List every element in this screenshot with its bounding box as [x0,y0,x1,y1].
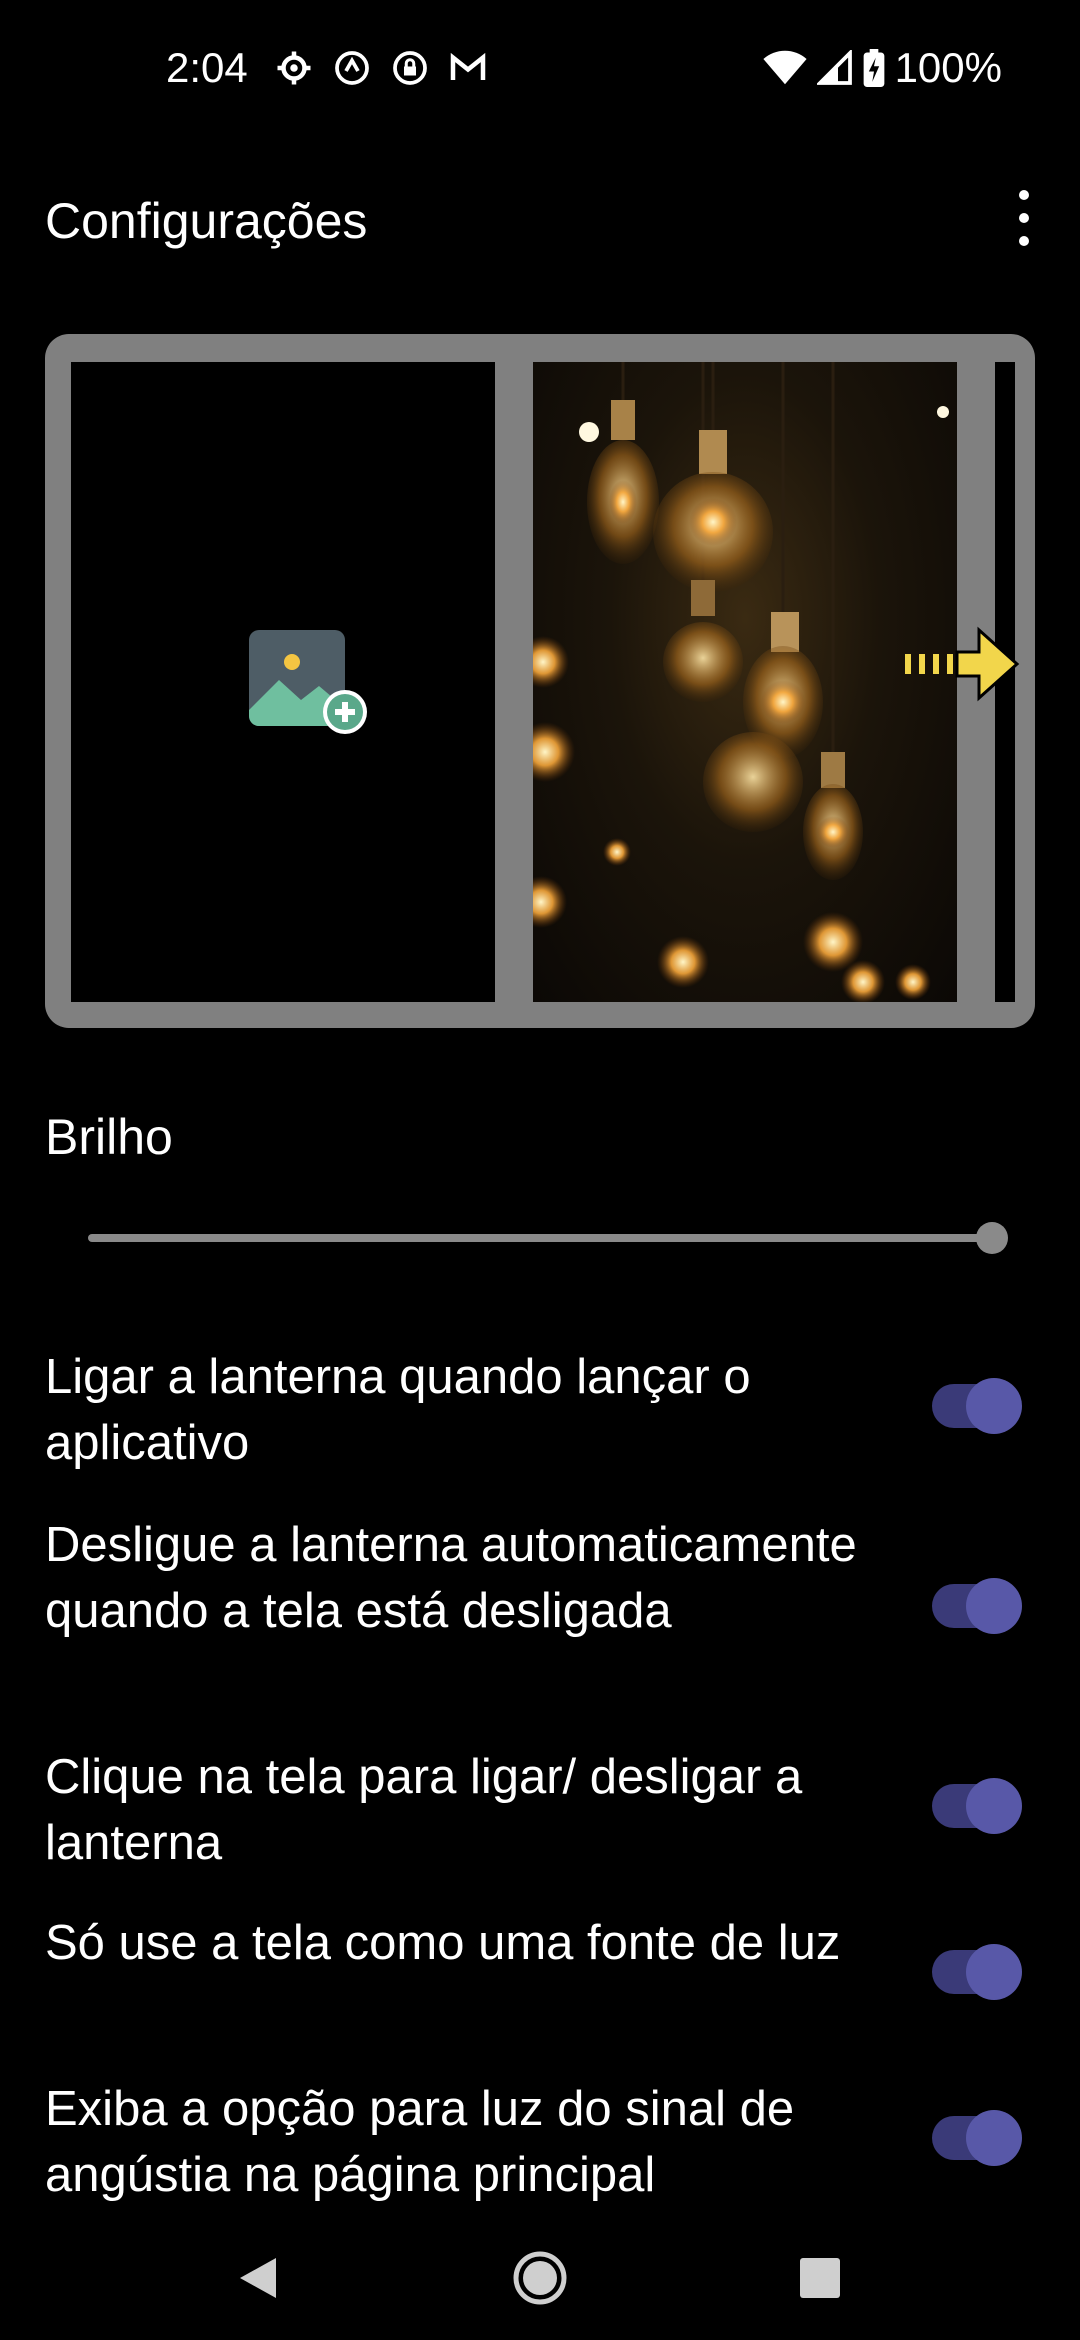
signal-icon [816,50,852,85]
home-circle-icon[interactable] [510,2248,570,2308]
add-image-tile[interactable] [71,362,495,1002]
brightness-slider[interactable] [88,1222,1008,1254]
setting-distress-signal[interactable]: Exiba a opção para luz do sinal de angús… [45,2076,1035,2208]
system-nav-bar [0,2220,1080,2340]
toggle-switch[interactable] [932,1944,1022,2000]
setting-screen-light-only[interactable]: Só use a tela como uma fonte de luz [45,1910,1035,2000]
toggle-switch[interactable] [932,1378,1022,1434]
setting-label: Desligue a lanterna automaticamente quan… [45,1518,857,1638]
setting-launch-flashlight[interactable]: Ligar a lanterna quando lançar o aplicat… [45,1344,1035,1476]
arrow-right-icon[interactable] [905,624,1025,704]
vpn-icon [332,48,372,88]
background-image-gallery[interactable] [45,334,1035,1028]
setting-tap-screen-toggle[interactable]: Clique na tela para ligar/ desligar a la… [45,1744,1035,1876]
battery-charging-icon [863,49,884,87]
back-triangle-icon[interactable] [228,2248,288,2308]
gmail-icon [448,48,488,88]
brightness-label: Brilho [45,1109,173,1165]
slider-track[interactable] [88,1234,992,1242]
more-vert-icon[interactable] [1004,190,1044,246]
add-image-icon[interactable] [249,630,369,740]
toggle-switch[interactable] [932,2110,1022,2166]
lock-icon [390,48,430,88]
setting-label: Clique na tela para ligar/ desligar a la… [45,1750,803,1870]
app-bar: Configurações [0,170,1080,260]
wifi-icon [762,50,807,85]
recents-square-icon[interactable] [790,2248,850,2308]
page-title: Configurações [45,193,368,249]
bulbs-illustration [533,362,949,1002]
status-icons-right: 100% [762,44,1002,92]
toggle-switch[interactable] [932,1578,1022,1634]
status-time: 2:04 [166,44,248,91]
status-bar: 2:04 100% [0,0,1080,140]
settings-gear-icon [274,48,314,88]
setting-label: Ligar a lanterna quando lançar o aplicat… [45,1350,751,1470]
setting-label: Exiba a opção para luz do sinal de angús… [45,2082,795,2202]
status-icons-left [274,48,488,88]
toggle-switch[interactable] [932,1778,1022,1834]
slider-thumb[interactable] [976,1222,1008,1254]
setting-screen-off-flashlight[interactable]: Desligue a lanterna automaticamente quan… [45,1512,1035,1644]
light-bulbs-photo[interactable] [533,362,957,1002]
battery-percent: 100% [894,44,1002,91]
setting-label: Só use a tela como uma fonte de luz [45,1916,841,1970]
